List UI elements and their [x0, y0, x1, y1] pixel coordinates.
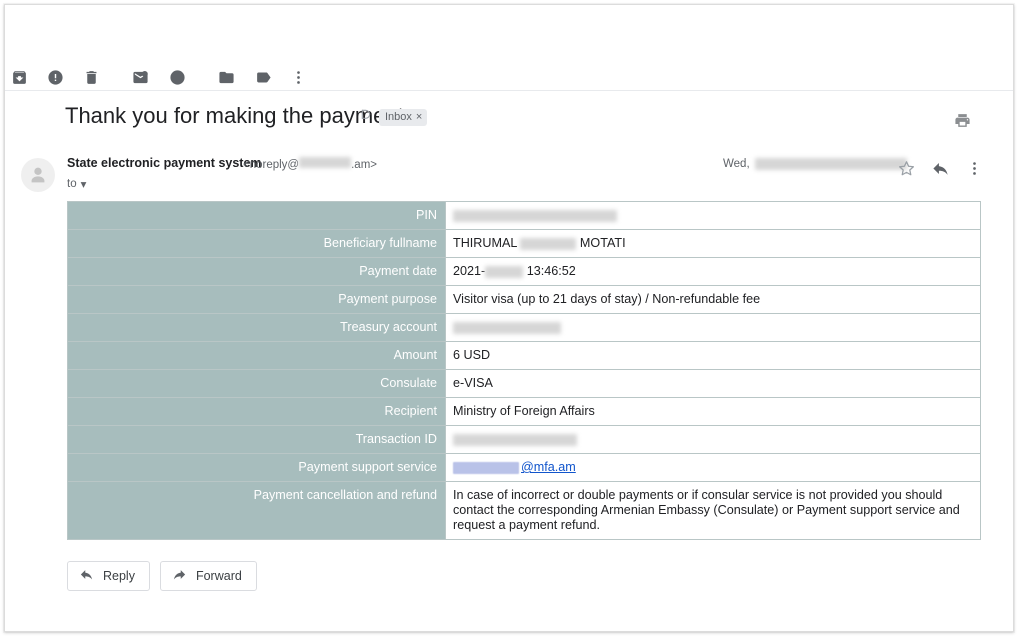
labels-icon[interactable]	[249, 63, 277, 91]
transaction-id-redaction	[453, 433, 577, 446]
row-label: Payment purpose	[67, 285, 446, 314]
label-chip-remove-icon[interactable]: ×	[416, 109, 422, 126]
more-options-icon[interactable]	[284, 63, 312, 91]
table-row: Payment cancellation and refund In case …	[67, 481, 981, 540]
sender-email: <noreply@ .am>	[243, 157, 377, 171]
sender-email-prefix: <noreply@	[243, 159, 300, 171]
forward-arrow-icon	[172, 567, 187, 585]
row-value-refund-policy: In case of incorrect or double payments …	[445, 481, 981, 540]
table-row: PIN	[67, 201, 981, 230]
table-row: Payment purpose Visitor visa (up to 21 d…	[67, 285, 981, 314]
mark-unread-icon[interactable]	[126, 63, 154, 91]
row-label: Amount	[67, 341, 446, 370]
beneficiary-first: THIRUMAL	[453, 236, 521, 250]
reply-arrow-icon	[79, 567, 94, 585]
payment-date-time: 13:46:52	[523, 264, 576, 278]
avatar	[21, 158, 55, 192]
row-label: Consulate	[67, 369, 446, 398]
sender-email-redaction	[299, 157, 352, 168]
row-label: Beneficiary fullname	[67, 229, 446, 258]
row-value-support-service: @mfa.am	[445, 453, 981, 482]
label-chip-text: Inbox	[385, 111, 412, 123]
pin-redaction	[453, 209, 617, 222]
report-spam-icon[interactable]	[41, 63, 69, 91]
table-row: Consulate e-VISA	[67, 369, 981, 398]
row-value-payment-purpose: Visitor visa (up to 21 days of stay) / N…	[445, 285, 981, 314]
snooze-icon[interactable]	[163, 63, 191, 91]
star-icon[interactable]	[893, 155, 919, 181]
reply-button[interactable]: Reply	[67, 561, 150, 591]
row-label: Transaction ID	[67, 425, 446, 454]
row-label: Treasury account	[67, 313, 446, 342]
message-date-redaction	[754, 158, 907, 170]
message-date: Wed,	[723, 158, 907, 170]
payment-date-year: 2021-	[453, 264, 486, 278]
message-toolbar	[5, 5, 1013, 91]
subject-row: Thank you for making the payment Inbox ×	[5, 101, 1013, 149]
chevron-down-icon[interactable]: ▾	[81, 177, 87, 191]
forward-button[interactable]: Forward	[159, 561, 257, 591]
table-row: Amount 6 USD	[67, 341, 981, 370]
treasury-account-redaction	[453, 321, 561, 334]
recipient-expander[interactable]: to ▾	[67, 177, 86, 191]
payment-date-redaction	[485, 265, 524, 278]
external-marker-icon	[357, 107, 373, 128]
reply-icon[interactable]	[927, 155, 953, 181]
row-value-transaction-id	[445, 425, 981, 454]
table-row: Recipient Ministry of Foreign Affairs	[67, 397, 981, 426]
table-row: Payment support service @mfa.am	[67, 453, 981, 482]
email-window: Thank you for making the payment Inbox ×…	[4, 4, 1014, 632]
forward-button-label: Forward	[195, 569, 242, 583]
archive-icon[interactable]	[5, 63, 33, 91]
table-row: Beneficiary fullname THIRUMAL MOTATI	[67, 229, 981, 258]
sender-row: State electronic payment system <noreply…	[5, 155, 1013, 201]
sender-email-suffix: .am>	[351, 159, 377, 171]
support-email-link[interactable]: @mfa.am	[521, 460, 576, 474]
row-label: Payment support service	[67, 453, 446, 482]
row-label: Payment cancellation and refund	[67, 481, 446, 540]
move-to-folder-icon[interactable]	[212, 63, 240, 91]
payment-details-table: PIN Beneficiary fullname THIRUMAL MOTATI…	[67, 201, 981, 540]
support-email-redaction	[453, 461, 519, 474]
table-row: Treasury account	[67, 313, 981, 342]
message-more-options-icon[interactable]	[961, 155, 987, 181]
row-value-treasury-account	[445, 313, 981, 342]
page-title: Thank you for making the payment	[65, 103, 404, 128]
row-value-consulate: e-VISA	[445, 369, 981, 398]
row-label: Recipient	[67, 397, 446, 426]
reply-button-label: Reply	[103, 569, 135, 583]
message-actions: Reply Forward	[67, 561, 257, 591]
message-date-prefix: Wed,	[723, 158, 750, 170]
table-row: Transaction ID	[67, 425, 981, 454]
row-label: Payment date	[67, 257, 446, 286]
row-value-beneficiary: THIRUMAL MOTATI	[445, 229, 981, 258]
row-value-pin	[445, 201, 981, 230]
beneficiary-last: MOTATI	[576, 236, 626, 250]
recipient-label: to	[67, 178, 77, 190]
beneficiary-redaction	[520, 237, 577, 250]
row-value-payment-date: 2021- 13:46:52	[445, 257, 981, 286]
label-chip-inbox[interactable]: Inbox ×	[379, 109, 428, 126]
sender-name: State electronic payment system	[67, 156, 262, 170]
row-label: PIN	[67, 201, 446, 230]
table-row: Payment date 2021- 13:46:52	[67, 257, 981, 286]
print-icon[interactable]	[949, 107, 975, 133]
delete-icon[interactable]	[77, 63, 105, 91]
row-value-recipient: Ministry of Foreign Affairs	[445, 397, 981, 426]
row-value-amount: 6 USD	[445, 341, 981, 370]
